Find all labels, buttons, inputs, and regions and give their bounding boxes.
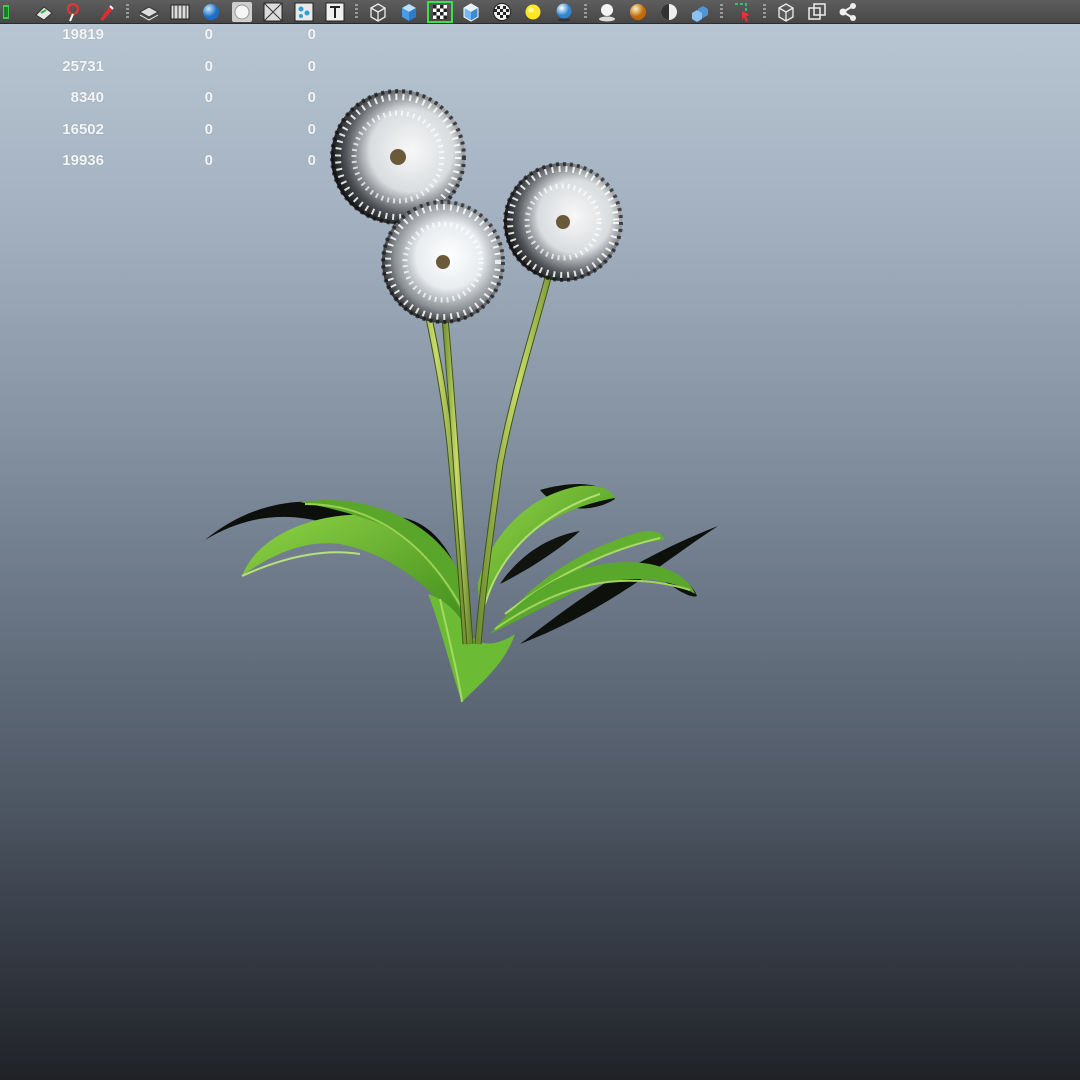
box-icon[interactable] (773, 1, 799, 23)
3d-viewport[interactable]: 19819 0 0 25731 0 0 8340 0 0 16502 0 0 1… (0, 24, 1080, 1080)
hud-row: 25731 0 0 (0, 58, 330, 90)
toolbar-separator (355, 3, 358, 20)
paint-icon[interactable] (0, 1, 26, 23)
blue-sphere-icon[interactable] (551, 1, 577, 23)
hud-value: 0 (204, 152, 213, 170)
light-bulb-icon[interactable] (520, 1, 546, 23)
hud-value: 16502 (62, 120, 104, 138)
wire-cube-icon[interactable] (365, 1, 391, 23)
pick-icon[interactable] (730, 1, 756, 23)
share-nodes-icon[interactable] (835, 1, 861, 23)
seed-head-right (503, 162, 623, 282)
toolbar-separator (763, 3, 766, 20)
hud-value: 0 (307, 26, 316, 43)
brush-icon[interactable] (93, 1, 119, 23)
hud-value: 0 (204, 120, 213, 138)
particles-icon[interactable] (291, 1, 317, 23)
half-sphere-icon[interactable] (656, 1, 682, 23)
hud-row: 19819 0 0 (0, 26, 330, 58)
hud-value: 0 (307, 120, 316, 138)
material-sphere-icon[interactable] (625, 1, 651, 23)
lasso-icon[interactable] (62, 1, 88, 23)
hud-value: 0 (307, 57, 316, 75)
hud-value: 0 (204, 57, 213, 75)
hud-value: 25731 (62, 57, 104, 75)
hud-value: 19936 (62, 152, 104, 170)
circle-icon[interactable] (229, 1, 255, 23)
hud-value: 0 (204, 26, 213, 43)
seed-head-middle (381, 200, 505, 324)
hud-value: 0 (307, 89, 316, 107)
seed-heads (330, 89, 623, 324)
status-toolbar (0, 0, 1080, 24)
hud-row: 19936 0 0 (0, 152, 330, 184)
overlap-icon[interactable] (804, 1, 830, 23)
film-strip-icon[interactable] (167, 1, 193, 23)
layers-icon[interactable] (136, 1, 162, 23)
hud-value: 8340 (70, 89, 104, 107)
cubes-icon[interactable] (687, 1, 713, 23)
toolbar-separator (720, 3, 723, 20)
hud-value: 0 (204, 89, 213, 107)
checker-cube-icon[interactable] (427, 0, 453, 23)
sphere-icon[interactable] (198, 1, 224, 23)
grid-icon[interactable] (260, 1, 286, 23)
poly-count-hud: 19819 0 0 25731 0 0 8340 0 0 16502 0 0 1… (0, 26, 330, 184)
spot-light-icon[interactable] (594, 1, 620, 23)
hud-row: 16502 0 0 (0, 121, 330, 153)
hud-value: 19819 (62, 26, 104, 43)
text-icon[interactable] (322, 1, 348, 23)
shaded-cube-icon[interactable] (458, 1, 484, 23)
checker-ball-icon[interactable] (489, 1, 515, 23)
hud-row: 8340 0 0 (0, 89, 330, 121)
toolbar-separator (126, 3, 129, 20)
toolbar-separator (584, 3, 587, 20)
select-tool-icon[interactable] (31, 1, 57, 23)
maya-window: 19819 0 0 25731 0 0 8340 0 0 16502 0 0 1… (0, 0, 1080, 1080)
solid-cube-icon[interactable] (396, 1, 422, 23)
hud-value: 0 (307, 152, 316, 170)
